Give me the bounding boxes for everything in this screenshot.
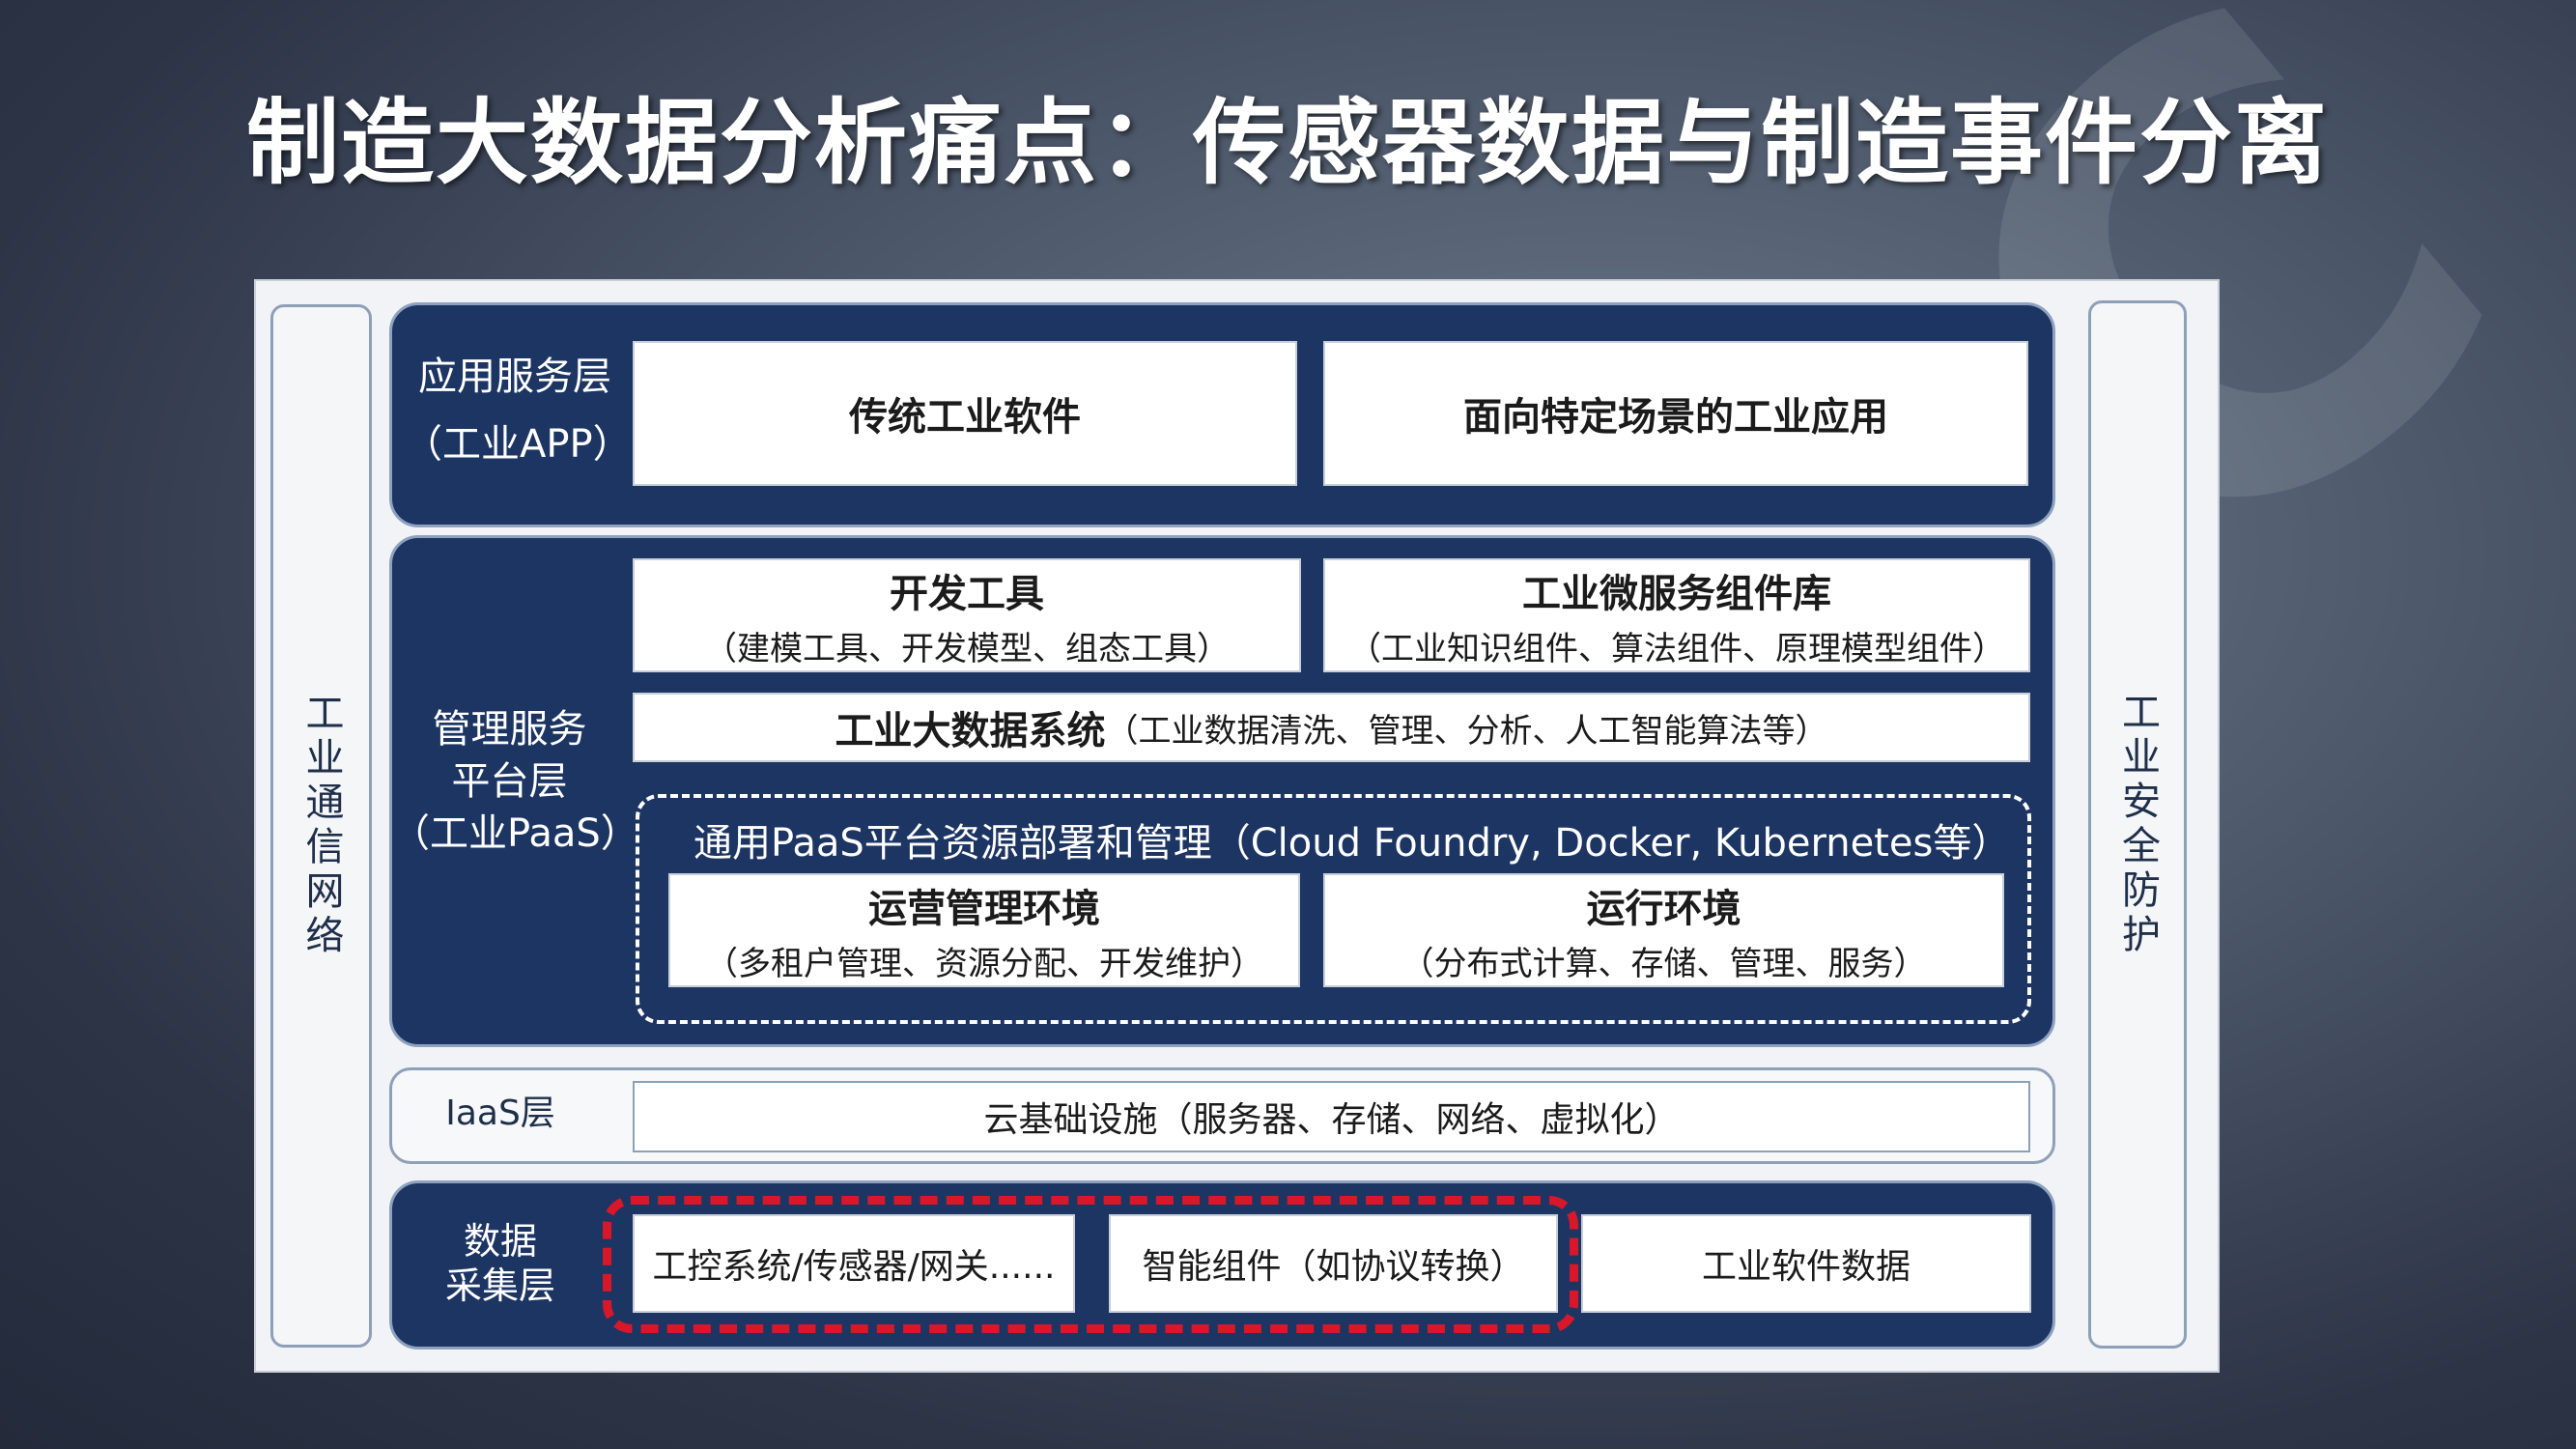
bigdata-system-title: 工业大数据系统	[835, 709, 1106, 753]
iaas-layer-label: IaaS层	[445, 1094, 555, 1133]
left-column-network: 工业通信网络	[270, 304, 372, 1348]
data-layer-label-line1: 数据	[463, 1220, 537, 1263]
right-column-label: 工业安全防护	[2115, 691, 2160, 958]
ops-environment-title: 运营管理环境	[868, 886, 1100, 931]
page-title: 制造大数据分析痛点：传感器数据与制造事件分离	[246, 89, 2329, 197]
dev-tools-sub: （建模工具、开发模型、组态工具）	[704, 629, 1230, 668]
paas-layer-label-line1: 管理服务	[432, 707, 587, 752]
traditional-software-box: 传统工业软件	[633, 341, 1297, 486]
app-layer-label-line1: 应用服务层	[418, 355, 611, 399]
microservice-title: 工业微服务组件库	[1522, 571, 1831, 616]
bigdata-system-box: 工业大数据系统 （工业数据清洗、管理、分析、人工智能算法等）	[633, 693, 2030, 762]
app-layer-label: 应用服务层 （工业APP）	[404, 343, 632, 478]
traditional-software-label: 传统工业软件	[849, 395, 1081, 440]
ops-environment-box: 运营管理环境 （多租户管理、资源分配、开发维护）	[668, 873, 1300, 987]
paas-layer-label-line2: 平台层	[451, 759, 568, 804]
runtime-environment-title: 运行环境	[1586, 886, 1741, 931]
data-layer-label: 数据 采集层	[404, 1219, 597, 1308]
bigdata-system-sub: （工业数据清洗、管理、分析、人工智能算法等）	[1105, 711, 1828, 751]
dev-tools-title: 开发工具	[890, 571, 1044, 616]
scenario-app-label: 面向特定场景的工业应用	[1463, 395, 1888, 440]
microservice-sub: （工业知识组件、算法组件、原理模型组件）	[1348, 629, 2005, 668]
runtime-environment-box: 运行环境 （分布式计算、存储、管理、服务）	[1323, 873, 2004, 987]
highlight-dashed-red-outline	[603, 1196, 1578, 1333]
paas-layer-label-line3: （工业PaaS）	[391, 811, 639, 856]
iaas-content-box: 云基础设施（服务器、存储、网络、虚拟化）	[633, 1081, 2030, 1152]
industrial-software-data-label: 工业软件数据	[1701, 1247, 1911, 1287]
paas-resource-caption: 通用PaaS平台资源部署和管理（Cloud Foundry, Docker, K…	[694, 821, 2011, 866]
scenario-app-box: 面向特定场景的工业应用	[1323, 341, 2028, 486]
dev-tools-box: 开发工具 （建模工具、开发模型、组态工具）	[633, 558, 1301, 672]
microservice-box: 工业微服务组件库 （工业知识组件、算法组件、原理模型组件）	[1323, 558, 2030, 672]
paas-layer-label: 管理服务 平台层 （工业PaaS）	[391, 703, 639, 860]
app-layer-label-line2: （工业APP）	[404, 422, 632, 467]
runtime-environment-sub: （分布式计算、存储、管理、服务）	[1401, 944, 1927, 983]
left-column-label: 工业通信网络	[298, 693, 344, 959]
industrial-software-data-box: 工业软件数据	[1581, 1214, 2031, 1313]
data-layer-label-line2: 采集层	[444, 1264, 555, 1307]
ops-environment-sub: （多租户管理、资源分配、开发维护）	[705, 944, 1263, 983]
iaas-content-label: 云基础设施（服务器、存储、网络、虚拟化）	[983, 1100, 1680, 1140]
right-column-security: 工业安全防护	[2088, 300, 2187, 1349]
